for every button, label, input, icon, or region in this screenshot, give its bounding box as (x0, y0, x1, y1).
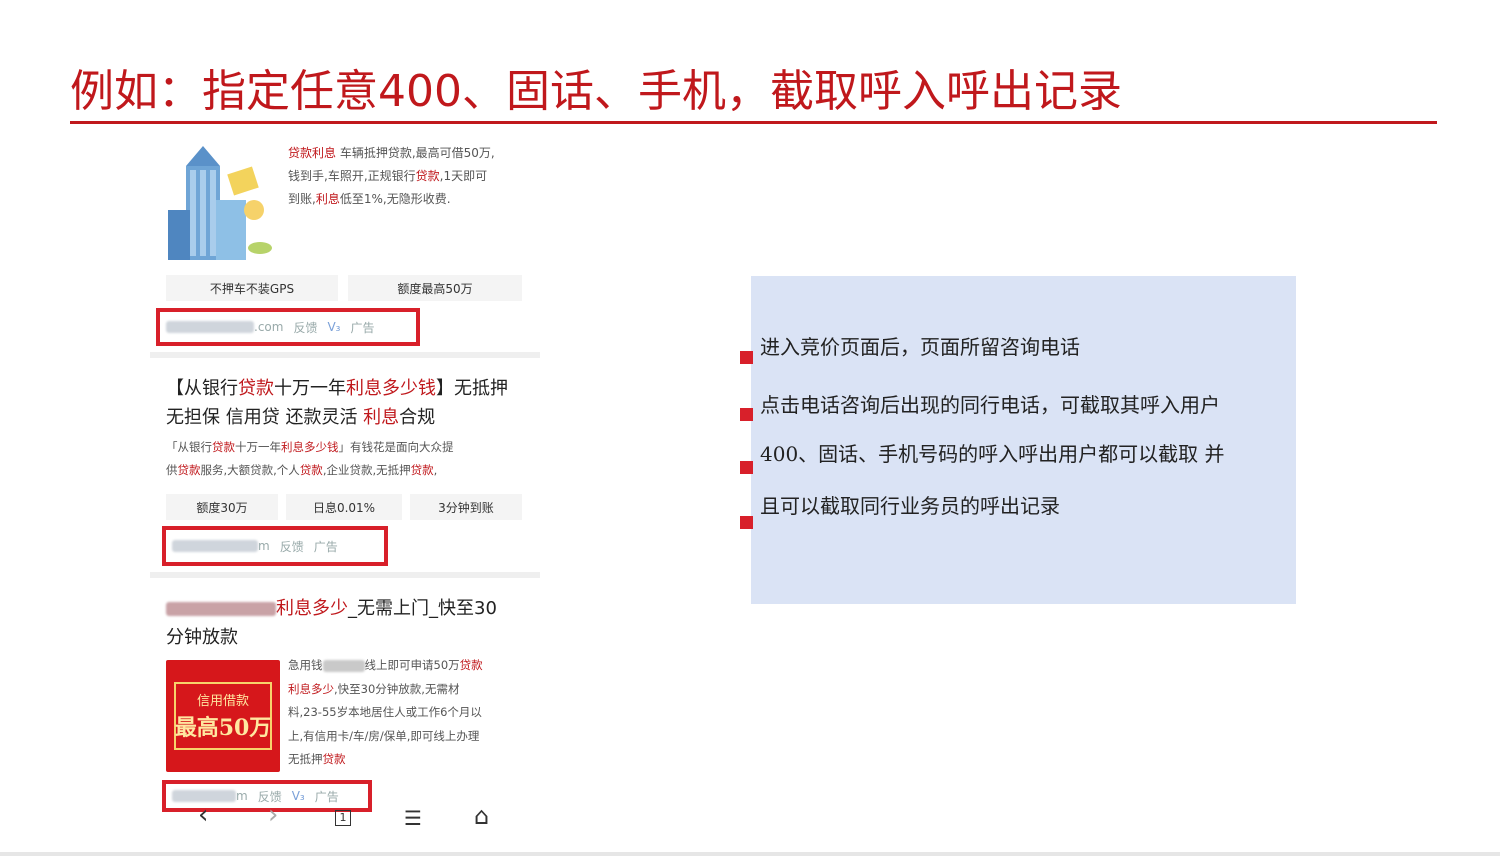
home-icon[interactable]: ⌂ (474, 802, 489, 830)
ad2-tag[interactable]: 3分钟到账 (410, 494, 522, 520)
ad-label: 广告 (313, 539, 338, 554)
ad-card-2: 【从银行贷款十万一年利息多少钱】无抵押 无担保 信用贷 还款灵活 利息合规 「从… (150, 358, 540, 578)
tabs-icon[interactable]: 1 (335, 810, 351, 826)
bullet-marker (740, 516, 753, 529)
ad3-title[interactable]: 利息多少_无需上门_快至30 分钟放款 (166, 594, 526, 652)
ad1-text: 车辆抵押贷款,最高可借50万, (336, 146, 495, 160)
ad-label: 广告 (350, 320, 375, 335)
ad2-url-suffix: m (258, 539, 270, 553)
ad3-text: 料,23-55岁本地居住人或工作6个月以 (288, 705, 482, 719)
blurred-brand (166, 602, 276, 616)
ad1-text: 低至1%,无隐形收费. (339, 192, 451, 206)
ad1-text: ,1天即可 (439, 169, 488, 183)
feedback-link[interactable]: 反馈 (293, 319, 317, 336)
ad2-title-text: 无担保 信用贷 还款灵活 (166, 407, 364, 428)
ad2-keyword: 贷款 (212, 440, 235, 454)
bullet-marker (740, 351, 753, 364)
ad2-text: ,企业贷款,无抵押 (322, 463, 411, 477)
phone-screenshot: 贷款利息 车辆抵押贷款,最高可借50万, 钱到手,车照开,正规银行贷款,1天即可… (150, 136, 540, 832)
forward-icon[interactable]: › (268, 800, 278, 830)
bullet-marker (740, 461, 753, 474)
ad3-text: 上,有信用卡/车/房/保单,即可线上办理 (288, 728, 480, 743)
ad2-title-keyword: 利息 (363, 407, 400, 428)
ad2-title-keyword: 利息多少钱 (346, 378, 436, 399)
slide-title: 例如：指定任意400、固话、手机，截取呼入呼出记录 (70, 66, 1122, 117)
ad3-title-text: 分钟放款 (166, 627, 238, 648)
info-line: 400、固话、手机号码的呼入呼出用户都可以截取 并 (760, 442, 1225, 466)
ad3-description: 急用钱 线上即可申请50万贷款 利息多少,快至30分钟放款,无需材 料,23-55… (288, 654, 538, 772)
ad2-title-text: 【从银行 (166, 378, 238, 399)
bullet-marker (740, 408, 753, 421)
verified-badge: V₃ (327, 320, 341, 334)
ad2-text: 供 (166, 463, 178, 477)
ad2-text: 服务,大额贷款,个人 (200, 463, 300, 477)
ad1-url-highlight[interactable]: .com 反馈 V₃ 广告 (156, 308, 420, 346)
blurred-url (172, 540, 258, 552)
ad2-title-text: 合规 (399, 407, 436, 428)
ad2-tag[interactable]: 额度30万 (166, 494, 278, 520)
ad3-text: 急用钱 (288, 658, 323, 672)
ad1-url-suffix: .com (254, 320, 284, 334)
blurred-text (322, 659, 365, 672)
ad3-keyword: 贷款 (459, 658, 483, 672)
bottom-rule (0, 852, 1500, 856)
ad-label: 广告 (314, 789, 339, 804)
blurred-url (166, 321, 254, 333)
ad3-keyword: 贷款 (322, 752, 346, 766)
ad2-keyword: 贷款 (299, 463, 323, 477)
ad2-title[interactable]: 【从银行贷款十万一年利息多少钱】无抵押 无担保 信用贷 还款灵活 利息合规 (166, 374, 526, 432)
ad2-keyword: 贷款 (177, 463, 201, 477)
ad2-keyword: 利息多少钱 (281, 440, 339, 454)
ad3-text: 无抵押 (288, 752, 323, 766)
ad2-text: , (433, 463, 438, 477)
ad1-text: 钱到手,车照开,正规银行 (288, 169, 416, 183)
ad2-title-text: 】无抵押 (436, 378, 508, 399)
ad2-url-highlight[interactable]: m 反馈 广告 (162, 526, 388, 566)
info-line: 进入竞价页面后，页面所留咨询电话 (760, 335, 1080, 359)
ad2-title-keyword: 贷款 (238, 378, 274, 399)
ad2-title-text: 十万一年 (274, 378, 346, 399)
ad1-text: 到账, (288, 192, 316, 206)
info-line: 点击电话咨询后出现的同行电话，可截取其呼入用户 (760, 393, 1220, 417)
building-illustration (168, 146, 272, 260)
ad2-description: 「从银行贷款十万一年利息多少钱」有钱花是面向大众提 供贷款服务,大额贷款,个人贷… (166, 436, 536, 482)
menu-icon[interactable]: ☰ (404, 806, 422, 830)
ad2-tag[interactable]: 日息0.01% (286, 494, 402, 520)
browser-navbar: ‹ › 1 ☰ ⌂ (150, 800, 540, 832)
ad1-tag[interactable]: 不押车不装GPS (166, 275, 338, 301)
ad3-title-keyword: 利息多少 (276, 598, 348, 619)
ad2-text: 」有钱花是面向大众提 (338, 440, 454, 454)
feedback-link[interactable]: 反馈 (280, 538, 304, 555)
ad1-tag[interactable]: 额度最高50万 (348, 275, 522, 301)
ad2-text: 十万一年 (235, 440, 281, 454)
ad2-keyword: 贷款 (410, 463, 434, 477)
ad1-keyword: 利息 (315, 192, 340, 206)
ad3-keyword: 利息多少 (288, 681, 334, 696)
ad1-description: 贷款利息 车辆抵押贷款,最高可借50万, 钱到手,车照开,正规银行贷款,1天即可… (288, 142, 533, 211)
title-underline (70, 121, 1437, 124)
ad1-keyword: 贷款利息 (288, 146, 337, 160)
promo-small-text: 信用借款 (196, 694, 249, 709)
ad1-keyword: 贷款 (415, 169, 440, 183)
back-icon[interactable]: ‹ (198, 800, 208, 830)
ad3-title-text: _无需上门_快至30 (348, 598, 497, 619)
ad3-text: 线上即可申请50万 (364, 658, 460, 672)
ad3-text: ,快至30分钟放款,无需材 (334, 681, 460, 696)
promo-banner: 信用借款 最高50万 (166, 660, 280, 772)
ad3-url-suffix: m (236, 789, 248, 803)
promo-big-text: 最高50万 (174, 715, 272, 741)
verified-badge: V₃ (291, 789, 305, 803)
ad-card-1: 贷款利息 车辆抵押贷款,最高可借50万, 钱到手,车照开,正规银行贷款,1天即可… (150, 136, 540, 356)
info-line: 且可以截取同行业务员的呼出记录 (760, 494, 1060, 518)
ad2-text: 「从银行 (166, 440, 212, 454)
